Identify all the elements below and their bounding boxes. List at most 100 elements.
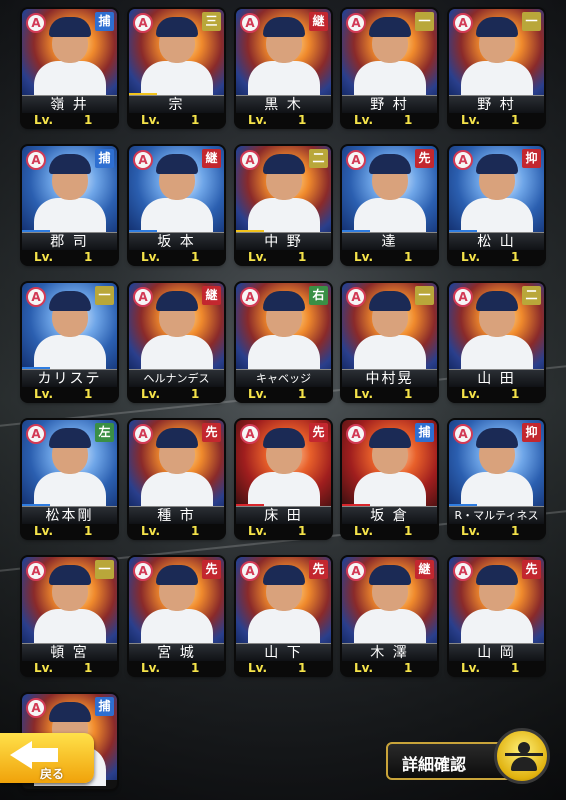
player-cap — [369, 565, 411, 585]
position-badge: 一 — [95, 286, 114, 305]
rarity-a-icon: A — [240, 287, 260, 307]
player-cap — [156, 154, 198, 174]
player-card[interactable]: A 抑松 山 Lv. 1 — [449, 146, 544, 264]
player-card[interactable]: A 右キャベッジ Lv. 1 — [236, 283, 331, 401]
position-badge: 先 — [522, 560, 541, 579]
level-label: Lv. — [141, 387, 161, 401]
level-label: Lv. — [141, 661, 161, 675]
level-label: Lv. — [354, 387, 374, 401]
player-card[interactable]: A 捕嶺 井 Lv. 1 — [22, 9, 117, 127]
level-value: 1 — [511, 387, 520, 401]
rarity-a-icon: A — [26, 561, 46, 581]
player-cap — [49, 428, 91, 448]
player-cap — [156, 428, 198, 448]
level-row: Lv. 1 — [22, 661, 117, 675]
player-card[interactable]: A 捕郡 司 Lv. 1 — [22, 146, 117, 264]
level-value: 1 — [404, 113, 413, 127]
level-value: 1 — [191, 250, 200, 264]
player-card[interactable]: A 三宗 Lv. 1 — [129, 9, 224, 127]
rarity-a-icon: A — [346, 287, 366, 307]
player-cap — [369, 291, 411, 311]
level-row: Lv. 1 — [449, 250, 544, 264]
level-value: 1 — [84, 524, 93, 538]
level-label: Lv. — [461, 250, 481, 264]
level-label: Lv. — [34, 524, 54, 538]
position-badge: 継 — [309, 12, 328, 31]
player-card[interactable]: A 一カリステ Lv. 1 — [22, 283, 117, 401]
level-label: Lv. — [248, 113, 268, 127]
player-name: 中 野 — [236, 232, 331, 251]
player-card[interactable]: A 捕坂 倉 Lv. 1 — [342, 420, 437, 538]
level-label: Lv. — [248, 661, 268, 675]
player-cap — [476, 565, 518, 585]
position-badge: 一 — [415, 12, 434, 31]
rarity-a-icon: A — [453, 13, 473, 33]
level-row: Lv. 1 — [236, 113, 331, 127]
level-label: Lv. — [141, 524, 161, 538]
player-card[interactable]: A 先山 下 Lv. 1 — [236, 557, 331, 675]
back-button[interactable]: 戻る — [0, 733, 94, 783]
player-card[interactable]: A 二中 野 Lv. 1 — [236, 146, 331, 264]
player-card[interactable]: A 先宮 城 Lv. 1 — [129, 557, 224, 675]
level-value: 1 — [298, 113, 307, 127]
rarity-a-icon: A — [453, 561, 473, 581]
player-card[interactable]: A 一野 村 Lv. 1 — [449, 9, 544, 127]
level-value: 1 — [511, 524, 520, 538]
player-cap — [49, 565, 91, 585]
position-badge: 捕 — [95, 149, 114, 168]
player-cap — [156, 565, 198, 585]
rarity-a-icon: A — [240, 561, 260, 581]
player-name: カリステ — [22, 369, 117, 388]
player-name: 坂 本 — [129, 232, 224, 251]
position-badge: 一 — [95, 560, 114, 579]
back-label: 戻る — [40, 767, 65, 781]
level-row: Lv. 1 — [449, 387, 544, 401]
player-card[interactable]: A 継ヘルナンデス Lv. 1 — [129, 283, 224, 401]
player-card[interactable]: A 先達 Lv. 1 — [342, 146, 437, 264]
player-name: 野 村 — [342, 95, 437, 114]
player-card[interactable]: A 先種 市 Lv. 1 — [129, 420, 224, 538]
player-card[interactable]: A 左松本剛 Lv. 1 — [22, 420, 117, 538]
level-value: 1 — [298, 661, 307, 675]
player-card[interactable]: A 継木 澤 Lv. 1 — [342, 557, 437, 675]
level-value: 1 — [298, 387, 307, 401]
level-label: Lv. — [141, 113, 161, 127]
rarity-a-icon: A — [26, 287, 46, 307]
level-label: Lv. — [34, 387, 54, 401]
level-value: 1 — [298, 250, 307, 264]
player-card[interactable]: A 一中村晃 Lv. 1 — [342, 283, 437, 401]
player-cap — [156, 291, 198, 311]
level-value: 1 — [84, 250, 93, 264]
rarity-a-icon: A — [26, 424, 46, 444]
level-label: Lv. — [248, 387, 268, 401]
player-name: 床 田 — [236, 506, 331, 525]
player-name: 郡 司 — [22, 232, 117, 251]
level-row: Lv. 1 — [342, 250, 437, 264]
player-name: 中村晃 — [342, 369, 437, 388]
level-row: Lv. 1 — [129, 661, 224, 675]
level-label: Lv. — [461, 524, 481, 538]
player-cap — [263, 17, 305, 37]
player-name: 松本剛 — [22, 506, 117, 525]
position-badge: 二 — [522, 286, 541, 305]
position-badge: 二 — [309, 149, 328, 168]
player-cap — [476, 17, 518, 37]
rarity-a-icon: A — [240, 424, 260, 444]
player-card[interactable]: A 継黒 木 Lv. 1 — [236, 9, 331, 127]
player-card[interactable]: A 先床 田 Lv. 1 — [236, 420, 331, 538]
player-card[interactable]: A 二山 田 Lv. 1 — [449, 283, 544, 401]
player-card[interactable]: A 一野 村 Lv. 1 — [342, 9, 437, 127]
position-badge: 先 — [309, 423, 328, 442]
player-cap — [156, 17, 198, 37]
player-card[interactable]: A 継坂 本 Lv. 1 — [129, 146, 224, 264]
player-card[interactable]: A 一頓 宮 Lv. 1 — [22, 557, 117, 675]
player-name: キャベッジ — [236, 369, 331, 388]
player-card[interactable]: A 抑 R・マルティネス Lv. 1 — [449, 420, 544, 538]
player-card[interactable]: A 先山 岡 Lv. 1 — [449, 557, 544, 675]
level-label: Lv. — [354, 661, 374, 675]
player-detail-icon[interactable] — [494, 728, 550, 784]
rarity-a-icon: A — [346, 561, 366, 581]
level-row: Lv. 1 — [129, 524, 224, 538]
position-badge: 捕 — [415, 423, 434, 442]
rarity-a-icon: A — [133, 561, 153, 581]
